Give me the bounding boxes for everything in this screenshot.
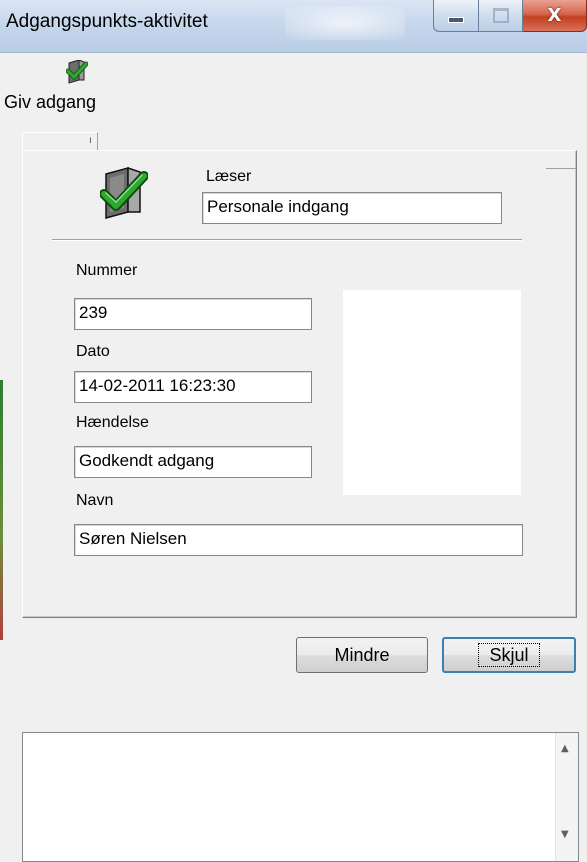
reader-label: Læser xyxy=(206,168,252,185)
hide-button[interactable]: Skjul xyxy=(442,637,576,673)
close-icon: X xyxy=(547,5,562,26)
tab-marker: ı xyxy=(89,135,92,146)
window-title: Adgangspunkts-aktivitet xyxy=(6,11,208,32)
scroll-down-icon[interactable]: ▼ xyxy=(561,829,569,840)
minimize-button[interactable] xyxy=(433,0,479,32)
background-window-edge xyxy=(0,380,3,640)
door-check-icon xyxy=(100,166,148,219)
date-field[interactable]: 14-02-2011 16:23:30 xyxy=(74,371,312,403)
maximize-button[interactable] xyxy=(479,0,523,32)
door-check-icon xyxy=(66,60,88,84)
give-access-label: Giv adgang xyxy=(4,92,97,112)
hide-button-label: Skjul xyxy=(478,643,540,667)
reader-field[interactable]: Personale indgang xyxy=(202,192,502,224)
window-controls: X xyxy=(433,0,587,34)
name-label: Navn xyxy=(76,492,114,509)
panel-edge xyxy=(546,168,576,169)
event-label: Hændelse xyxy=(76,414,149,431)
number-label: Nummer xyxy=(76,262,138,279)
minimize-icon xyxy=(448,16,464,23)
name-field[interactable]: Søren Nielsen xyxy=(74,524,523,556)
date-label: Dato xyxy=(76,343,110,360)
activity-log-list[interactable]: ▲ ▼ xyxy=(22,732,579,862)
close-button[interactable]: X xyxy=(523,0,587,32)
maximize-icon xyxy=(492,8,509,23)
tab-main[interactable]: ı xyxy=(22,132,98,151)
scroll-up-icon[interactable]: ▲ xyxy=(561,743,569,754)
give-access-button[interactable]: Giv adgang xyxy=(4,60,144,116)
number-field[interactable]: 239 xyxy=(74,298,312,330)
log-scrollbar[interactable]: ▲ ▼ xyxy=(555,733,578,861)
title-bar-glow xyxy=(285,6,405,40)
less-button[interactable]: Mindre xyxy=(296,637,428,673)
photo-box xyxy=(343,290,521,495)
separator xyxy=(52,239,522,241)
title-bar[interactable]: Adgangspunkts-aktivitet X xyxy=(0,0,587,53)
less-button-label: Mindre xyxy=(334,644,390,665)
event-field[interactable]: Godkendt adgang xyxy=(74,446,312,478)
